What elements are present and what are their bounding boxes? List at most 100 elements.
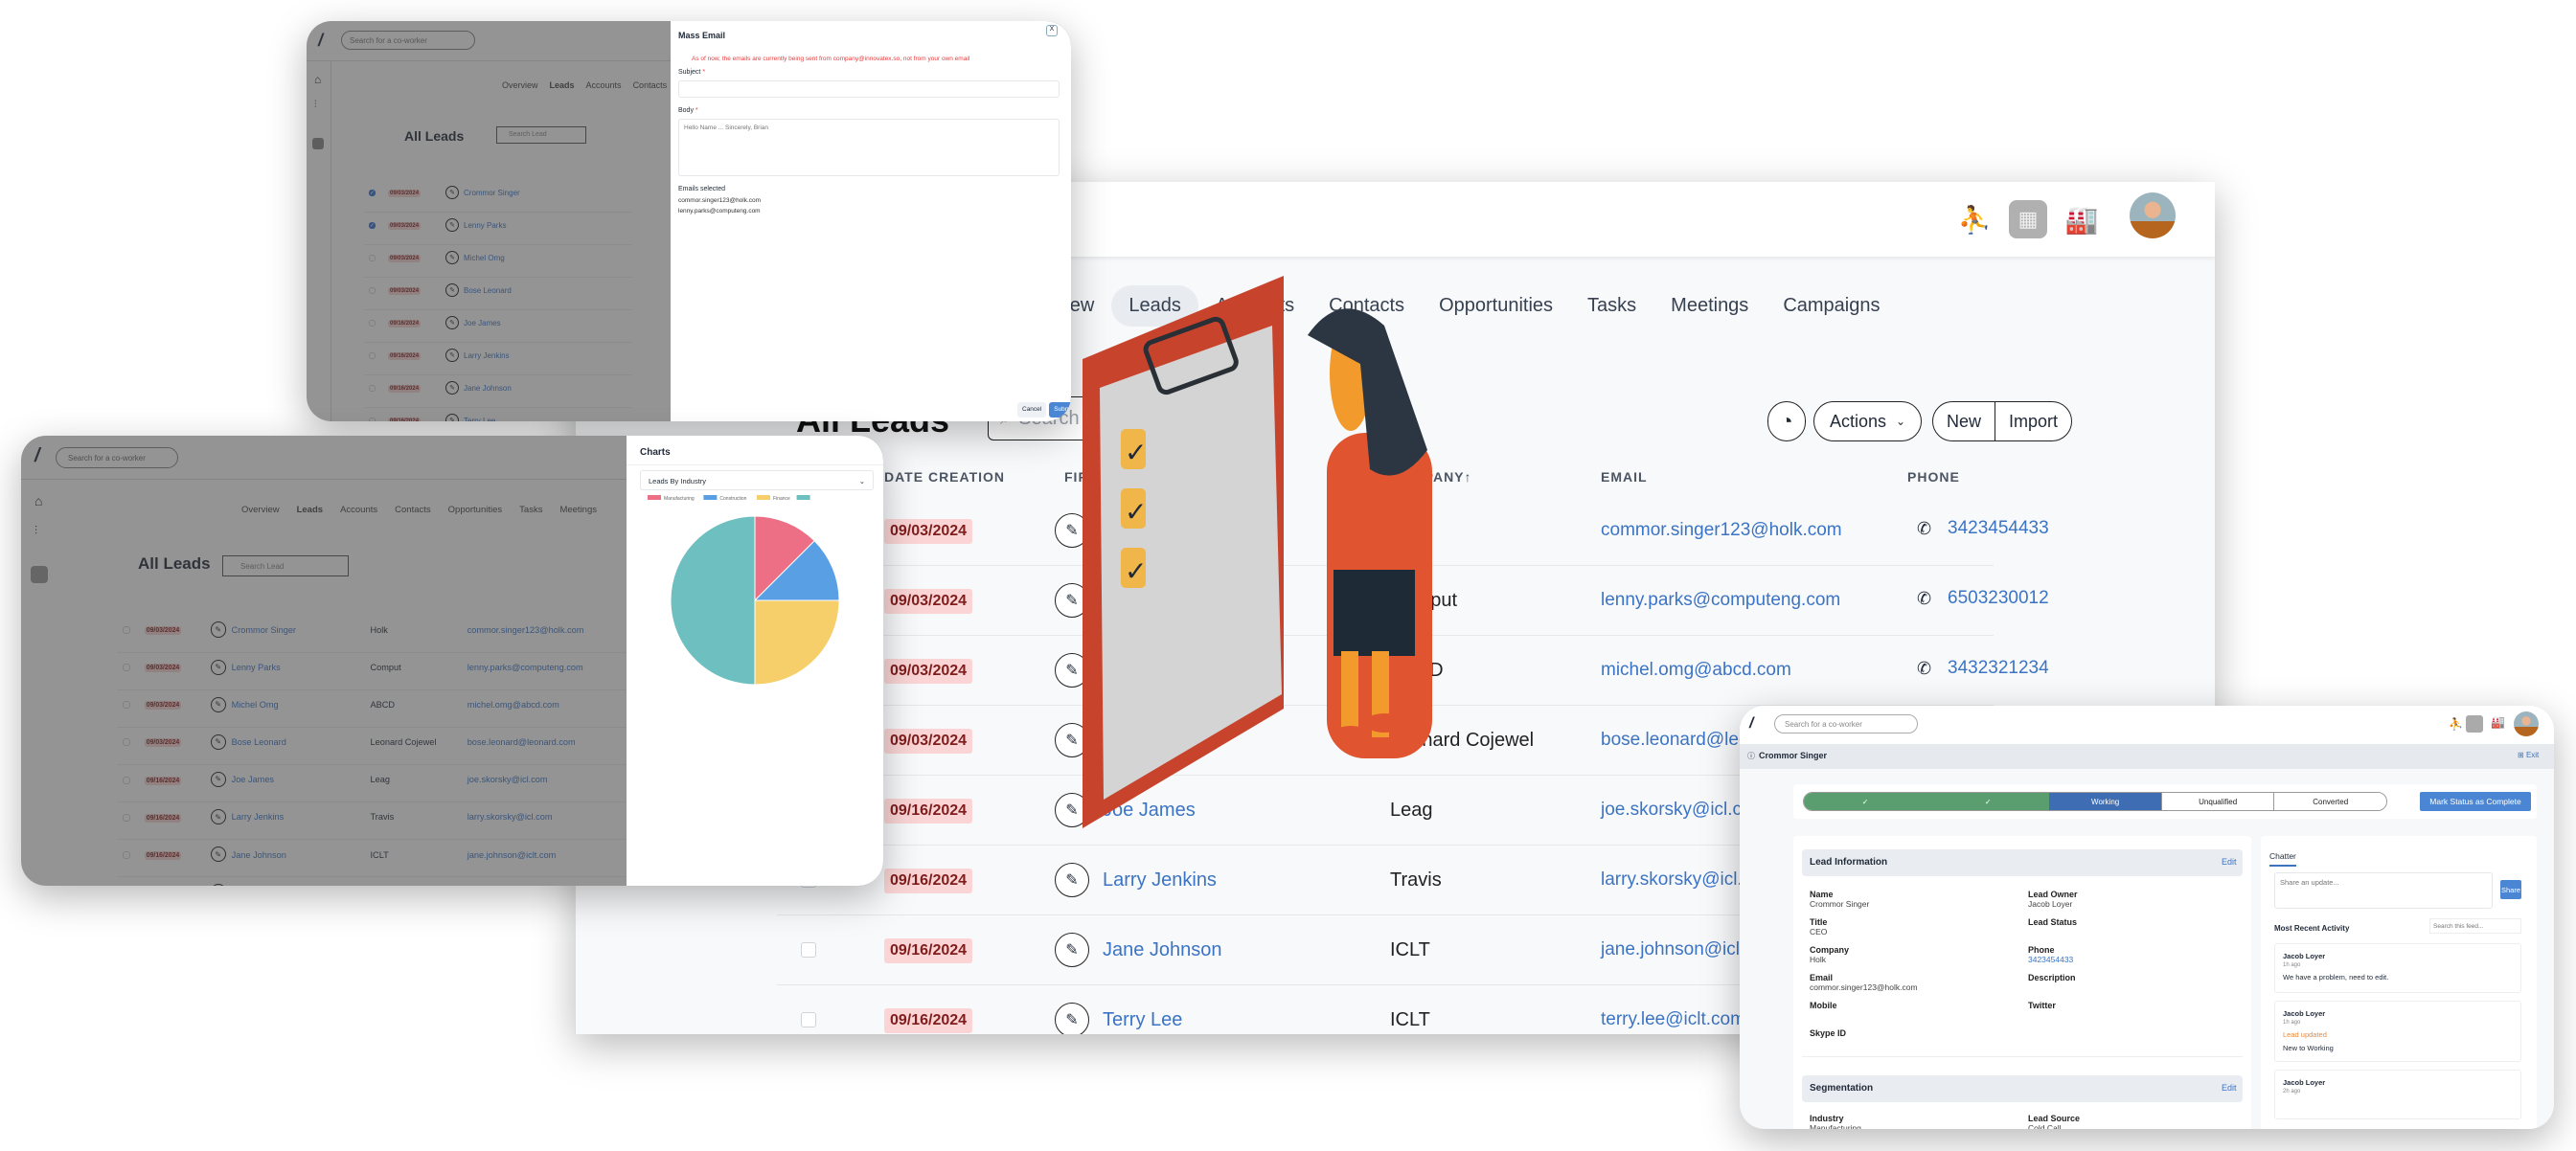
- tab-meetings[interactable]: Meetings: [1653, 285, 1766, 327]
- legend-swatch[interactable]: [757, 495, 770, 500]
- tab-chatter[interactable]: Chatter: [2269, 851, 2296, 867]
- share-button[interactable]: Share: [2500, 880, 2521, 899]
- lead-name-link[interactable]: Terry Lee: [1103, 1009, 1182, 1031]
- tab-campaigns[interactable]: Campaigns: [1766, 285, 1897, 327]
- phone-link[interactable]: 3432321234: [1948, 658, 2049, 679]
- stage-2[interactable]: ✓: [1926, 793, 2050, 810]
- col-date[interactable]: DATE CREATION: [884, 469, 1005, 485]
- date-badge: 09/03/2024: [884, 659, 973, 684]
- date-badge: 09/16/2024: [884, 1008, 973, 1033]
- field-description: Description: [2028, 973, 2076, 982]
- field-industry: Industry Manufacturing: [1810, 1114, 1861, 1129]
- actions-button[interactable]: Actions ⌄: [1813, 401, 1923, 441]
- chatter-panel: Chatter Share Most Recent Activity Jacob…: [2261, 836, 2537, 1129]
- analytics-icon[interactable]: ▦: [2009, 200, 2047, 238]
- charts-title: Charts: [640, 447, 671, 458]
- date-badge: 09/03/2024: [884, 729, 973, 754]
- col-phone[interactable]: PHONE: [1907, 469, 1960, 485]
- edit-lead-info-button[interactable]: Edit: [2222, 857, 2237, 867]
- lead-name-link[interactable]: Jane Johnson: [1103, 939, 1222, 961]
- mark-status-complete-button[interactable]: Mark Status as Complete: [2420, 792, 2531, 811]
- field-mobile: Mobile: [1810, 1001, 1837, 1010]
- edit-icon: ✎: [1065, 1012, 1079, 1028]
- user-avatar[interactable]: [2130, 192, 2176, 238]
- stage-4[interactable]: Unqualified: [2160, 793, 2274, 810]
- legend-label: Finance: [773, 496, 790, 502]
- mass-email-window: / Search for a co-worker ⌂ ⫶ OverviewLea…: [307, 21, 1071, 421]
- pie-slice-finance[interactable]: [754, 599, 840, 685]
- activity-time: 1h ago: [2283, 1020, 2301, 1026]
- body-textarea[interactable]: [678, 119, 1060, 176]
- charts-panel: Charts Leads By Industry ⌄ Manufacturing C…: [627, 436, 883, 886]
- sender-warning: As of now, the emails are currently bein…: [692, 56, 970, 62]
- activity-highlight: Lead updated: [2283, 1030, 2327, 1039]
- body-label: Body *: [678, 107, 698, 114]
- user-avatar[interactable]: [2514, 711, 2539, 736]
- phone-link[interactable]: 6503230012: [1948, 588, 2049, 609]
- chart-type-select[interactable]: Leads By Industry ⌄: [640, 470, 874, 490]
- feed-search-input[interactable]: [2429, 918, 2521, 934]
- phone-link[interactable]: 3423454433: [1948, 518, 2049, 539]
- new-import-group: New Import: [1932, 401, 2073, 441]
- svg-text:✓: ✓: [1125, 556, 1147, 586]
- email-link[interactable]: terry.lee@iclt.com: [1601, 1009, 1745, 1030]
- edit-lead-button[interactable]: ✎: [1055, 933, 1089, 967]
- mass-email-title: Mass Email: [678, 31, 726, 40]
- date-badge: 09/16/2024: [884, 869, 973, 893]
- new-button[interactable]: New: [1933, 402, 1996, 440]
- company-cell: ICLT: [1390, 1009, 1430, 1030]
- stage-3[interactable]: Working: [2049, 793, 2161, 810]
- segmentation-title: Segmentation: [1810, 1083, 1874, 1094]
- stage-5[interactable]: Converted: [2273, 793, 2386, 810]
- row-checkbox[interactable]: [801, 942, 816, 958]
- import-button[interactable]: Import: [1995, 412, 2071, 432]
- pie-slice-other[interactable]: [670, 515, 756, 685]
- hand-person-icon[interactable]: ⛹: [2449, 717, 2463, 731]
- cancel-button[interactable]: Cancel: [1017, 402, 1047, 418]
- lead-name-link[interactable]: Larry Jenkins: [1103, 869, 1217, 891]
- exit-button[interactable]: ⊞ Exit: [2518, 751, 2539, 759]
- status-path: ✓ ✓ Working Unqualified Converted Mark Statu…: [1793, 784, 2537, 819]
- field-skype-id: Skype ID: [1810, 1028, 1847, 1038]
- date-badge: 09/16/2024: [884, 938, 973, 963]
- pie-chart-icon: ◔: [1780, 409, 1793, 433]
- edit-segmentation-button[interactable]: Edit: [2222, 1083, 2237, 1093]
- company-cell: ICLT: [1390, 939, 1430, 960]
- edit-icon: ✎: [1065, 942, 1079, 959]
- col-email[interactable]: EMAIL: [1601, 469, 1648, 485]
- activity-author: Jacob Loyer: [2283, 1078, 2326, 1087]
- charts-toggle-button[interactable]: ◔: [1767, 401, 1806, 441]
- legend-swatch[interactable]: [703, 495, 718, 500]
- analytics-icon[interactable]: [2466, 715, 2483, 733]
- field-email: Email commor.singer123@holk.com: [1810, 973, 1918, 992]
- stage-1[interactable]: ✓: [1804, 793, 1927, 810]
- edit-icon: ✎: [1065, 872, 1079, 889]
- share-update-input[interactable]: [2274, 872, 2493, 909]
- app-logo: /: [1749, 715, 1754, 732]
- email-link[interactable]: commor.singer123@holk.com: [1601, 520, 1842, 541]
- coworker-search-input[interactable]: Search for a co-worker: [1774, 714, 1918, 733]
- factory-icon[interactable]: 🏭: [2491, 715, 2505, 729]
- selected-email: lenny.parks@computeng.com: [678, 208, 761, 214]
- chevron-down-icon: ⌄: [858, 477, 865, 485]
- field-company: Company Holk: [1810, 945, 1850, 964]
- tab-tasks[interactable]: Tasks: [1570, 285, 1653, 327]
- row-checkbox[interactable]: [801, 1012, 816, 1027]
- chevron-down-icon: ⌄: [1896, 415, 1906, 428]
- record-header: ⓘ Crommor Singer ⊞ Exit: [1740, 744, 2554, 769]
- activity-item: Jacob Loyer 1h ago We have a problem, need…: [2274, 943, 2521, 993]
- close-button[interactable]: X: [1046, 25, 1058, 36]
- record-name: Crommor Singer: [1759, 751, 1828, 760]
- factory-icon[interactable]: 🏭: [2063, 200, 2101, 238]
- edit-lead-button[interactable]: ✎: [1055, 863, 1089, 897]
- edit-lead-button[interactable]: ✎: [1055, 1003, 1089, 1034]
- legend-swatch[interactable]: [648, 495, 661, 500]
- email-link[interactable]: lenny.parks@computeng.com: [1601, 590, 1840, 611]
- mass-email-panel: Mass Email X As of now, the emails are c…: [671, 21, 1071, 421]
- legend-swatch[interactable]: [796, 495, 810, 500]
- email-link[interactable]: michel.omg@abcd.com: [1601, 660, 1791, 681]
- phone-icon: ✆: [1917, 659, 1932, 678]
- subject-input[interactable]: [678, 80, 1060, 98]
- hand-person-icon[interactable]: ⛹: [1955, 200, 1994, 238]
- field-lead-source: Lead Source Cold Call: [2028, 1114, 2081, 1129]
